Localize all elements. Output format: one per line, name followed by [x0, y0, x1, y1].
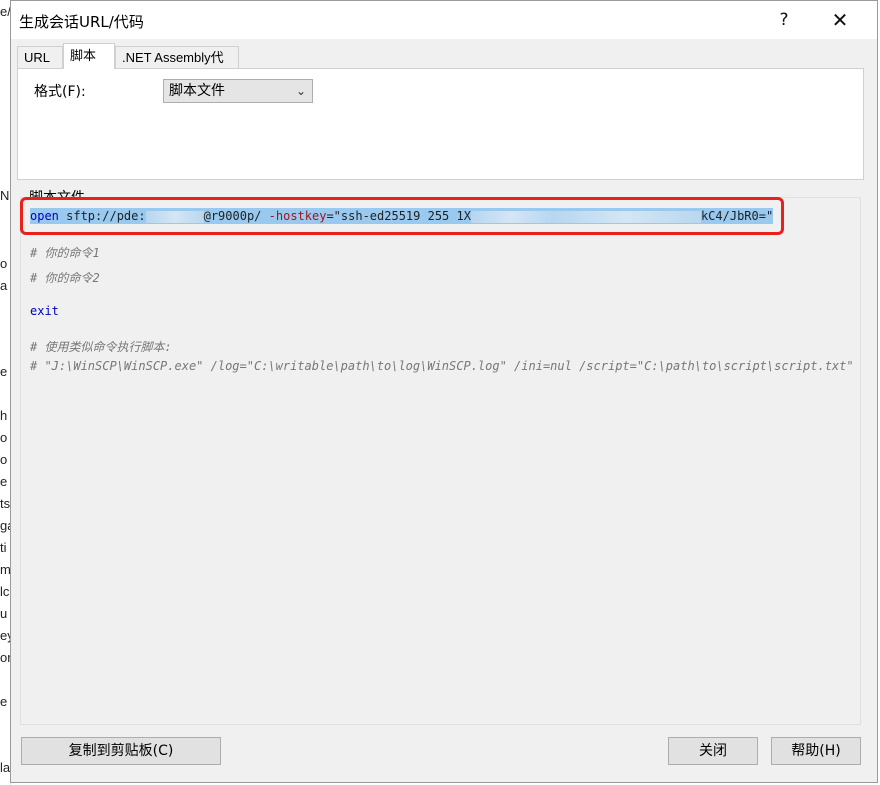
- dialog-title: 生成会话URL/代码: [19, 13, 144, 31]
- bg-text: e: [0, 364, 8, 379]
- script-text-area[interactable]: open sftp://pde: @r9000p/ -hostkey="ssh-e…: [20, 197, 861, 725]
- bg-text: e: [0, 694, 8, 709]
- red-highlight-annotation: [20, 197, 784, 235]
- tab-panel: 格式(F): 脚本文件 ⌄: [17, 68, 864, 180]
- help-icon[interactable]: ?: [761, 1, 807, 39]
- bg-text: N: [0, 188, 10, 203]
- tab-script[interactable]: 脚本: [63, 43, 115, 69]
- bg-text: h: [0, 408, 8, 423]
- bg-text: o: [0, 430, 8, 445]
- tab-net-assembly[interactable]: .NET Assembly代码: [115, 46, 239, 87]
- bg-text: o: [0, 256, 8, 271]
- script-comment-2: # 你的命令2: [30, 271, 100, 285]
- format-selected-value: 脚本文件: [169, 83, 225, 99]
- format-label: 格式(F):: [34, 84, 86, 100]
- bg-text: a: [0, 278, 8, 293]
- bg-text: u: [0, 606, 8, 621]
- bg-text: o: [0, 452, 8, 467]
- script-comment-3: # 使用类似命令执行脚本:: [30, 340, 172, 354]
- generate-session-url-dialog: 生成会话URL/代码 ? ✕ URL 脚本 .NET Assembly代码 格式…: [10, 0, 878, 783]
- script-comment-1: # 你的命令1: [30, 246, 100, 260]
- script-exit: exit: [30, 304, 59, 318]
- help-button[interactable]: 帮助(H): [771, 737, 861, 765]
- format-select[interactable]: 脚本文件 ⌄: [163, 79, 313, 103]
- tab-url[interactable]: URL: [17, 46, 63, 68]
- close-button[interactable]: 关闭: [668, 737, 758, 765]
- bg-text: e: [0, 474, 8, 489]
- script-comment-4: # "J:\WinSCP\WinSCP.exe" /log="C:\writab…: [30, 359, 854, 373]
- title-bar[interactable]: 生成会话URL/代码 ? ✕: [11, 1, 877, 39]
- bg-text: la: [0, 760, 11, 775]
- bg-text: lc: [0, 584, 10, 599]
- chevron-down-icon: ⌄: [295, 84, 306, 98]
- bg-text: ti: [0, 540, 7, 555]
- bg-text: ts: [0, 496, 11, 511]
- copy-to-clipboard-button[interactable]: 复制到剪贴板(C): [21, 737, 221, 765]
- close-icon[interactable]: ✕: [817, 1, 863, 39]
